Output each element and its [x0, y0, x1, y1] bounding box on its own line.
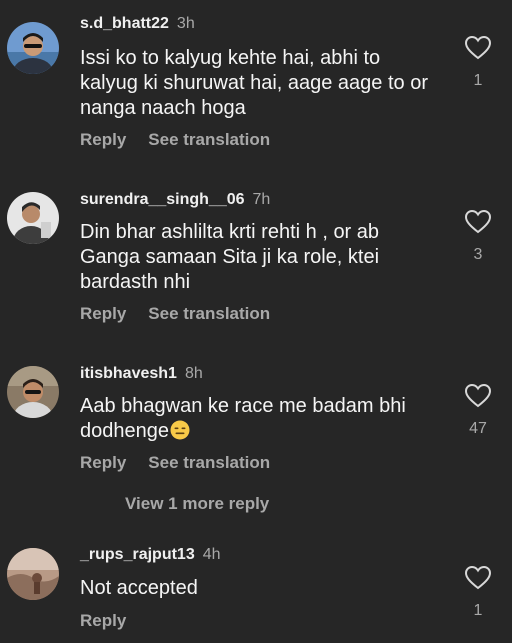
- comment-actions: Reply See translation: [80, 130, 270, 150]
- view-more-replies-button[interactable]: View 1 more reply: [125, 494, 269, 514]
- reply-button[interactable]: Reply: [80, 130, 126, 149]
- avatar[interactable]: [7, 366, 59, 418]
- comment-text: Not accepted: [80, 577, 198, 599]
- heart-icon: [465, 36, 491, 60]
- avatar[interactable]: [7, 22, 59, 74]
- heart-icon: [465, 566, 491, 590]
- see-translation-button[interactable]: See translation: [148, 304, 270, 323]
- reply-button[interactable]: Reply: [80, 304, 126, 323]
- comment-actions: Reply: [80, 611, 126, 631]
- comment-meta: surendra__singh__06 7h: [80, 190, 270, 210]
- comment-meta: s.d_bhatt22 3h: [80, 14, 195, 34]
- comment-text: Din bhar ashlilta krti rehti h , or ab G…: [80, 221, 380, 293]
- comment-actions: Reply See translation: [80, 304, 270, 324]
- timestamp: 3h: [176, 15, 195, 32]
- like-count: 47: [469, 420, 487, 437]
- expressionless-face-emoji-icon: [170, 420, 190, 440]
- timestamp: 8h: [184, 365, 203, 382]
- see-translation-button[interactable]: See translation: [148, 453, 270, 472]
- heart-icon: [465, 384, 491, 408]
- like-button[interactable]: 3: [462, 210, 494, 264]
- reply-button[interactable]: Reply: [80, 611, 126, 630]
- like-count: 1: [473, 602, 483, 619]
- username[interactable]: surendra__singh__06: [80, 191, 245, 208]
- comment-actions: Reply See translation: [80, 453, 270, 473]
- timestamp: 7h: [252, 191, 271, 208]
- reply-button[interactable]: Reply: [80, 453, 126, 472]
- username[interactable]: itisbhavesh1: [80, 365, 177, 382]
- username[interactable]: _rups_rajput13: [80, 546, 195, 563]
- heart-icon: [465, 210, 491, 234]
- like-button[interactable]: 1: [462, 36, 494, 90]
- like-button[interactable]: 1: [462, 566, 494, 620]
- username[interactable]: s.d_bhatt22: [80, 15, 169, 32]
- timestamp: 4h: [202, 546, 221, 563]
- avatar[interactable]: [7, 548, 59, 600]
- comment-text: Aab bhagwan ke race me badam bhi dodheng…: [80, 394, 440, 444]
- comment-meta: itisbhavesh1 8h: [80, 364, 203, 384]
- comment-meta: _rups_rajput13 4h: [80, 545, 221, 565]
- see-translation-button[interactable]: See translation: [148, 130, 270, 149]
- like-count: 3: [473, 246, 483, 263]
- comment-text: Issi ko to kalyug kehte hai, abhi to kal…: [80, 47, 428, 119]
- like-button[interactable]: 47: [462, 384, 494, 438]
- like-count: 1: [473, 72, 483, 89]
- comment-text-content: Aab bhagwan ke race me badam bhi dodheng…: [80, 395, 406, 442]
- avatar[interactable]: [7, 192, 59, 244]
